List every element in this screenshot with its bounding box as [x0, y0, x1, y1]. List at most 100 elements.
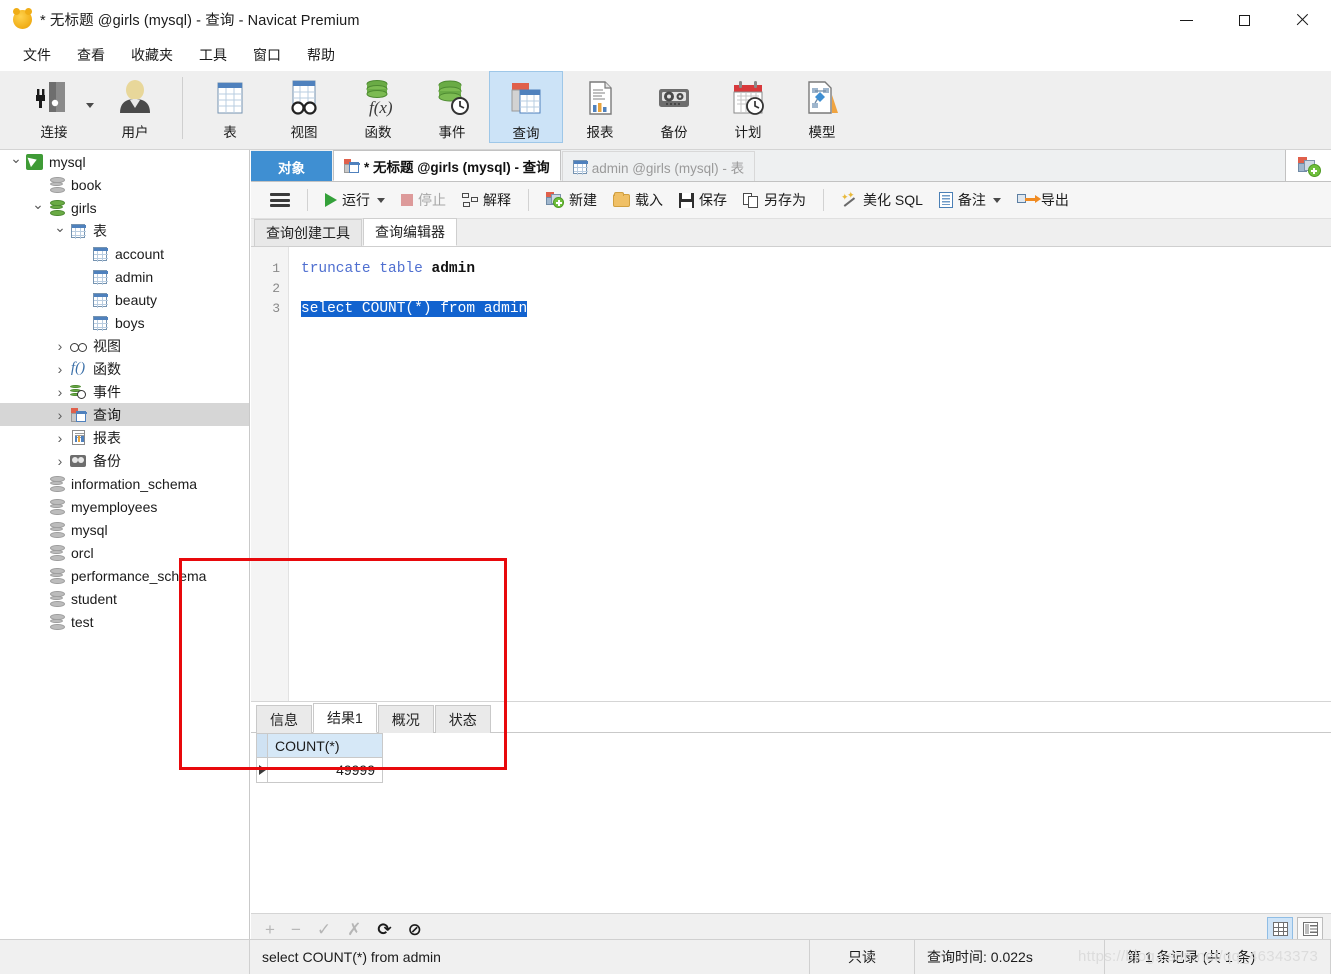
toolbar-user-button[interactable]: 用户	[98, 71, 172, 143]
menu-item-tools[interactable]: 工具	[186, 42, 240, 68]
toolbar-function-button[interactable]: f(x) 函数	[341, 71, 415, 143]
report-icon	[581, 77, 619, 119]
sql-editor[interactable]: 1 2 3 truncate table admin select COUNT(…	[251, 247, 1331, 702]
chevron-down-icon[interactable]	[8, 153, 24, 170]
chevron-down-icon[interactable]	[30, 199, 46, 216]
query-menu-button[interactable]	[263, 189, 297, 211]
close-button[interactable]	[1273, 0, 1331, 40]
result-tab-result1[interactable]: 结果1	[313, 703, 377, 733]
explain-button[interactable]: 解释	[455, 186, 518, 214]
cancel-edit-button[interactable]: ✗	[347, 921, 361, 938]
toolbar-table-label: 表	[223, 125, 237, 140]
database-icon	[49, 499, 65, 515]
menu-item-file[interactable]: 文件	[10, 42, 64, 68]
menu-item-help[interactable]: 帮助	[294, 42, 348, 68]
tree-item-performance_schema[interactable]: performance_schema	[0, 564, 249, 587]
result-grid[interactable]: COUNT(*) 49999	[256, 733, 383, 783]
tree-item-myemployees[interactable]: myemployees	[0, 495, 249, 518]
confirm-edit-button[interactable]: ✓	[317, 921, 331, 938]
minimize-button[interactable]	[1157, 0, 1215, 40]
tree-item-account[interactable]: account	[0, 242, 249, 265]
save-as-button[interactable]: 另存为	[736, 186, 813, 214]
load-button[interactable]: 载入	[606, 186, 670, 214]
tab-query-builder[interactable]: 查询创建工具	[254, 219, 362, 246]
toolbar-connection-button[interactable]: 连接	[10, 71, 98, 143]
tree-item-boys[interactable]: boys	[0, 311, 249, 334]
stop-icon	[401, 194, 413, 206]
toolbar-backup-button[interactable]: 备份	[637, 71, 711, 143]
run-button[interactable]: 运行	[318, 186, 392, 214]
new-query-button[interactable]: 新建	[539, 186, 604, 214]
toolbar-report-button[interactable]: 报表	[563, 71, 637, 143]
tab-objects-label: 对象	[278, 160, 305, 176]
tab-query-editor[interactable]: 查询编辑器	[363, 218, 457, 246]
status-query-time: 查询时间: 0.022s	[915, 939, 1105, 974]
tree-item-[interactable]: 事件	[0, 380, 249, 403]
note-button[interactable]: 备注	[932, 186, 1008, 214]
play-icon	[325, 193, 337, 207]
refresh-button[interactable]: ⟳	[377, 921, 391, 938]
toolbar-query-button[interactable]: 查询	[489, 71, 563, 143]
menu-item-window[interactable]: 窗口	[240, 42, 294, 68]
save-button[interactable]: 保存	[672, 186, 734, 214]
result-tab-info[interactable]: 信息	[256, 705, 312, 733]
chevron-right-icon[interactable]	[52, 407, 68, 423]
status-bar: select COUNT(*) from admin 只读 查询时间: 0.02…	[0, 939, 1331, 974]
line-number: 1	[272, 261, 280, 276]
stop-button[interactable]: 停止	[394, 186, 453, 214]
toolbar-model-button[interactable]: 模型	[785, 71, 859, 143]
tree-item-[interactable]: f() 函数	[0, 357, 249, 380]
result-tab-profile[interactable]: 概况	[377, 705, 434, 733]
tree-item-[interactable]: 备份	[0, 449, 249, 472]
chevron-right-icon[interactable]	[52, 453, 68, 469]
database-tree-sidebar[interactable]: mysql book girls 表 account admin beauty boys 视图 f…	[0, 150, 250, 939]
tab-admin-table[interactable]: admin @girls (mysql) - 表	[561, 151, 756, 181]
tree-item-[interactable]: 表	[0, 219, 249, 242]
cell-count-value[interactable]: 49999	[268, 758, 383, 783]
chevron-down-icon[interactable]	[52, 222, 68, 239]
tree-item-mysql[interactable]: mysql	[0, 150, 249, 173]
remove-record-button[interactable]: −	[291, 921, 301, 938]
tree-item-[interactable]: 视图	[0, 334, 249, 357]
tree-item-label: 函数	[93, 360, 121, 377]
toolbar-table-button[interactable]: 表	[193, 71, 267, 143]
menu-item-view[interactable]: 查看	[64, 42, 118, 68]
grid-view-button[interactable]	[1267, 917, 1293, 941]
stop-loading-button[interactable]: ⊘	[408, 921, 422, 938]
toolbar-schedule-button[interactable]: 计划	[711, 71, 785, 143]
toolbar-event-button[interactable]: 事件	[415, 71, 489, 143]
tab-query-untitled[interactable]: * 无标题 @girls (mysql) - 查询	[333, 150, 561, 181]
tree-item-information_schema[interactable]: information_schema	[0, 472, 249, 495]
chevron-right-icon[interactable]	[52, 361, 68, 377]
export-button[interactable]: 导出	[1010, 186, 1076, 214]
menu-item-favorites[interactable]: 收藏夹	[118, 42, 186, 68]
tree-item-girls[interactable]: girls	[0, 196, 249, 219]
column-header-count[interactable]: COUNT(*)	[268, 733, 383, 758]
tree-item-mysql[interactable]: mysql	[0, 518, 249, 541]
tree-item-[interactable]: 查询	[0, 403, 249, 426]
toolbar-divider	[307, 189, 308, 211]
beautify-sql-button[interactable]: ✦ ✦ 美化 SQL	[834, 186, 930, 214]
tree-item-book[interactable]: book	[0, 173, 249, 196]
tree-item-student[interactable]: student	[0, 587, 249, 610]
result-tab-status[interactable]: 状态	[434, 705, 491, 733]
maximize-button[interactable]	[1215, 0, 1273, 40]
chevron-right-icon[interactable]	[52, 338, 68, 354]
main-toolbar: 连接 用户 表 视图 f(x) 函数 事件 查询 报表 备份 计划 模型	[0, 71, 1331, 150]
tree-item-beauty[interactable]: beauty	[0, 288, 249, 311]
chevron-right-icon[interactable]	[52, 384, 68, 400]
tree-item-orcl[interactable]: orcl	[0, 541, 249, 564]
editor-code-area[interactable]: truncate table admin select COUNT(*) fro…	[301, 259, 528, 319]
tree-item-label: 事件	[93, 383, 121, 400]
tab-objects[interactable]: 对象	[251, 151, 332, 181]
tree-item-[interactable]: 报表	[0, 426, 249, 449]
toolbar-divider	[823, 189, 824, 211]
form-view-button[interactable]	[1297, 917, 1323, 941]
chevron-right-icon[interactable]	[52, 430, 68, 446]
table-row[interactable]: 49999	[256, 758, 383, 783]
tree-item-admin[interactable]: admin	[0, 265, 249, 288]
tree-item-test[interactable]: test	[0, 610, 249, 633]
add-record-button[interactable]: +	[265, 921, 275, 938]
new-tab-button[interactable]	[1285, 150, 1331, 181]
toolbar-view-button[interactable]: 视图	[267, 71, 341, 143]
